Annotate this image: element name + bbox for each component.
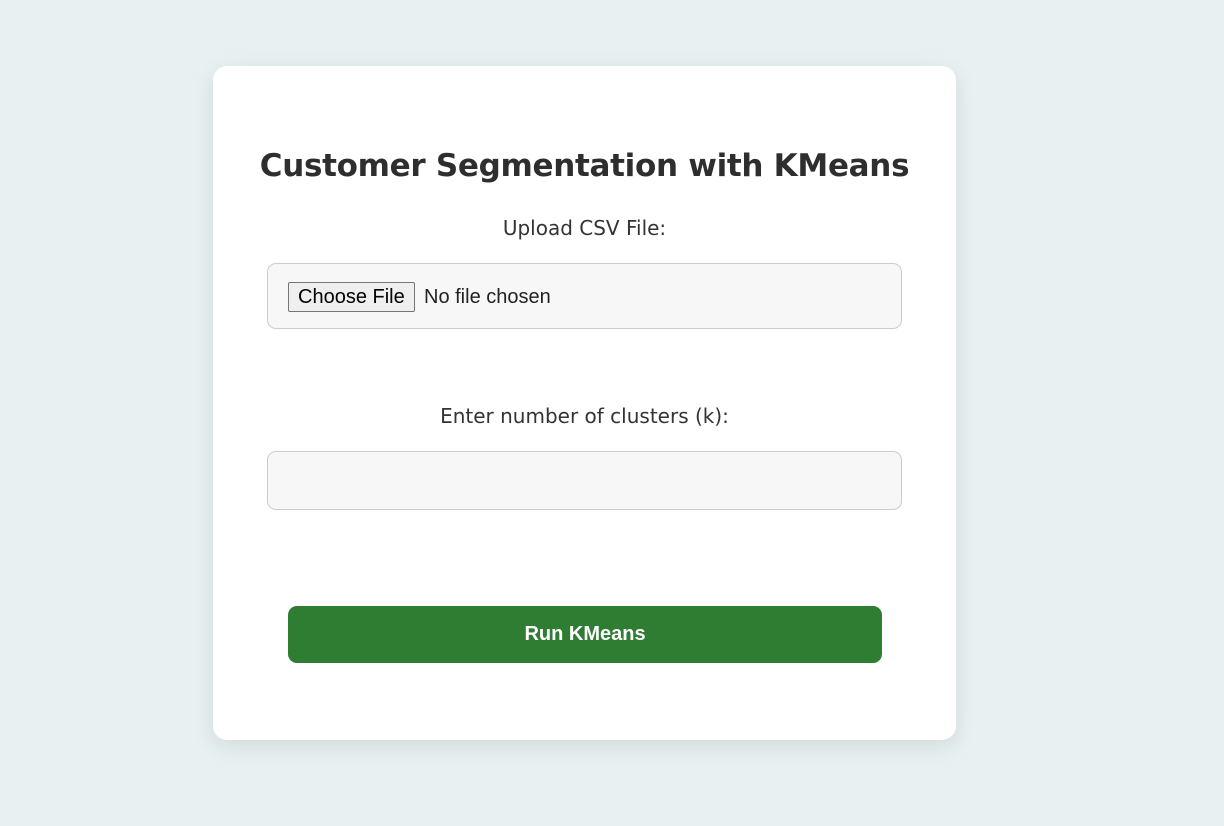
- file-upload-field[interactable]: Choose File No file chosen: [267, 263, 902, 329]
- clusters-input[interactable]: [268, 452, 901, 509]
- clusters-label: Enter number of clusters (k):: [440, 404, 729, 428]
- segmentation-form-card: Customer Segmentation with KMeans Upload…: [213, 66, 956, 740]
- file-status-text: No file chosen: [424, 286, 551, 308]
- run-kmeans-button[interactable]: Run KMeans: [288, 606, 882, 663]
- clusters-field[interactable]: [267, 451, 902, 510]
- upload-csv-label: Upload CSV File:: [502, 216, 667, 240]
- page-title: Customer Segmentation with KMeans: [259, 148, 910, 184]
- choose-file-button[interactable]: Choose File: [288, 282, 415, 312]
